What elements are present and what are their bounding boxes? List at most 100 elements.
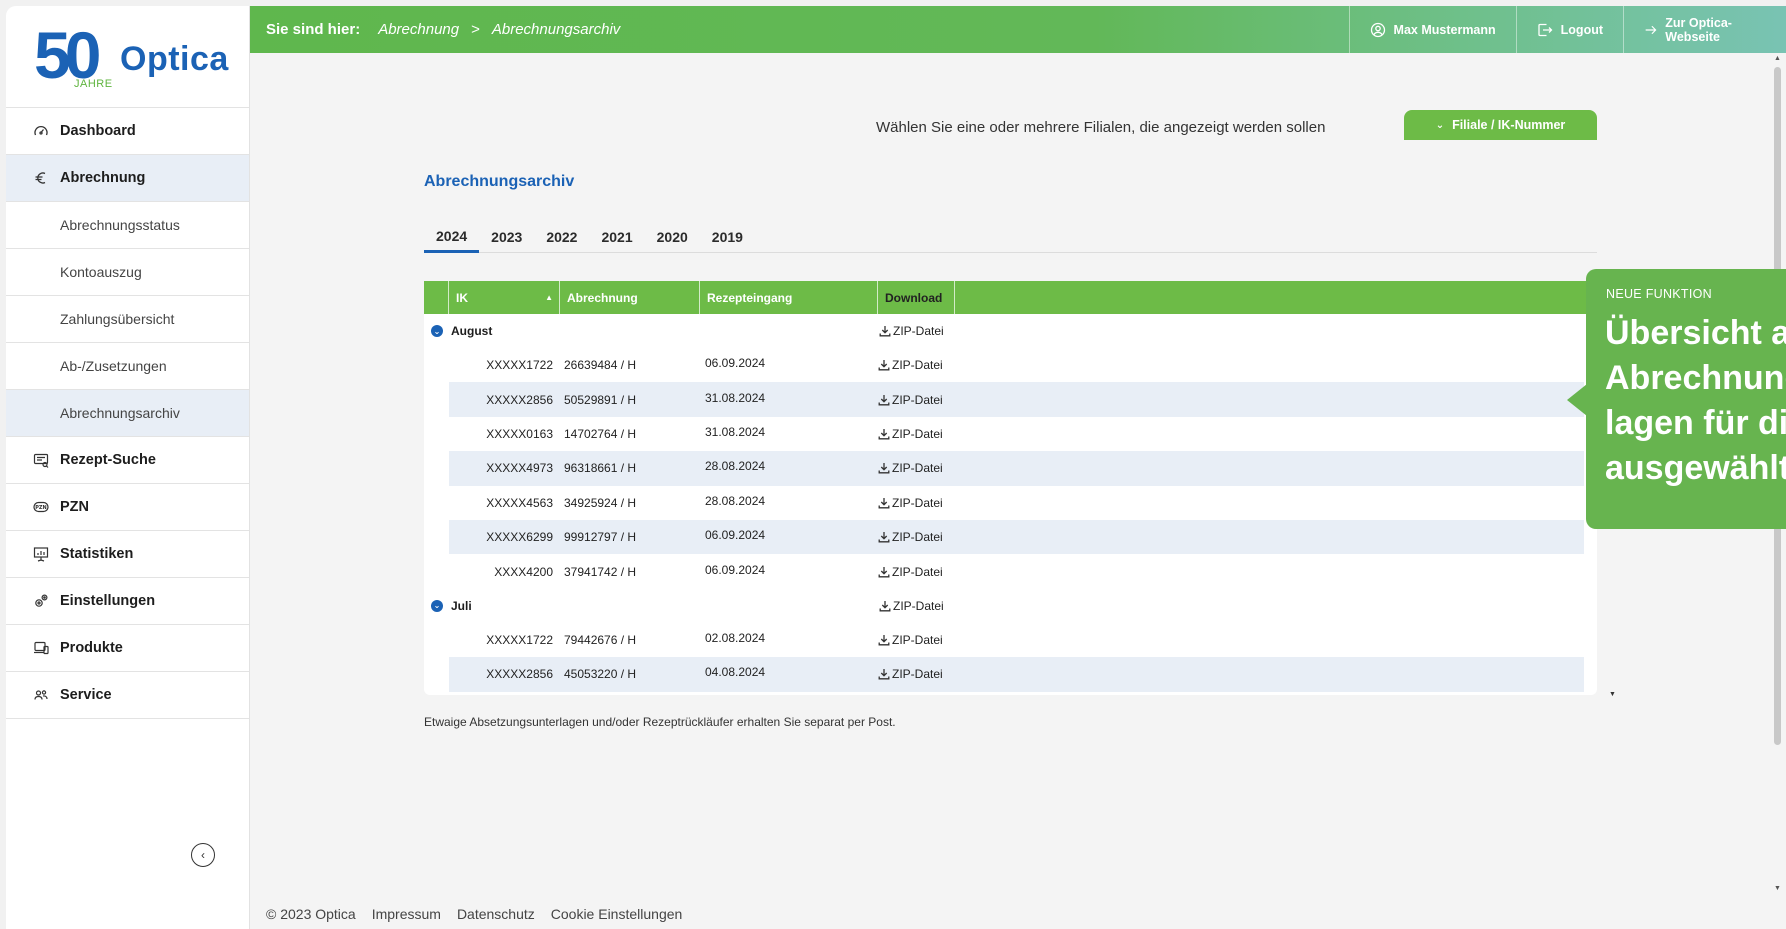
download-zip-link[interactable]: ZIP-Datei <box>878 530 943 544</box>
main-content: Wählen Sie eine oder mehrere Filialen, d… <box>250 53 1770 898</box>
presentation-chart-icon <box>32 545 50 563</box>
sidebar-item-abrechnung[interactable]: Abrechnung <box>6 155 249 202</box>
table-header-ik[interactable]: IK ▲ <box>449 281 560 314</box>
download-zip-link[interactable]: ZIP-Datei <box>878 393 943 407</box>
cell-rezepteingang: 31.08.2024 <box>705 390 766 405</box>
year-tabs: 2024 2023 2022 2021 2020 2019 <box>424 221 1597 253</box>
sidebar-collapse-button[interactable]: ‹ <box>191 843 215 867</box>
download-icon <box>878 394 890 406</box>
sidebar-subitem-abrechnungsstatus[interactable]: Abrechnungsstatus <box>6 202 249 249</box>
group-name: Juli <box>451 598 472 613</box>
sidebar-item-pzn[interactable]: PZN PZN <box>6 484 249 531</box>
sidebar-subitem-kontoauszug[interactable]: Kontoauszug <box>6 249 249 296</box>
table-row: XXXX4200 37941742 / H 06.09.2024 ZIP-Datei <box>449 554 1584 588</box>
sidebar-item-produkte[interactable]: Produkte <box>6 625 249 672</box>
cell-abrechnung: 37941742 / H <box>564 564 637 579</box>
sidebar-subitem-abrechnungsarchiv[interactable]: Abrechnungsarchiv <box>6 390 249 437</box>
footer-link-datenschutz[interactable]: Datenschutz <box>457 906 535 922</box>
sidebar-item-label: Service <box>60 687 112 703</box>
download-label: ZIP-Datei <box>892 667 943 682</box>
table-header-label: IK <box>456 290 468 305</box>
download-label: ZIP-Datei <box>892 461 943 476</box>
cell-ik: XXXXX1722 <box>486 632 553 647</box>
download-zip-link[interactable]: ZIP-Datei <box>878 667 943 681</box>
user-menu-button[interactable]: Max Mustermann <box>1348 6 1516 53</box>
brand-name: Optica <box>120 40 229 78</box>
chevron-down-icon[interactable]: ⌄ <box>431 599 443 612</box>
website-link-button[interactable]: Zur Optica-Webseite <box>1623 6 1786 53</box>
table-body: ⌄ August ZIP-Datei XXXXX1722 26639484 / H 06.… <box>424 314 1597 692</box>
scroll-down-arrow[interactable]: ▼ <box>1774 885 1781 892</box>
top-bar: Sie sind hier: Abrechnung > Abrechnungsa… <box>250 6 1786 53</box>
gears-icon <box>32 592 50 610</box>
cell-abrechnung: 79442676 / H <box>564 632 637 647</box>
download-zip-link[interactable]: ZIP-Datei <box>879 599 944 613</box>
download-zip-link[interactable]: ZIP-Datei <box>879 324 944 338</box>
download-label: ZIP-Datei <box>892 530 943 545</box>
download-icon <box>878 463 890 474</box>
cell-abrechnung: 34925924 / H <box>564 495 637 510</box>
cell-rezepteingang: 28.08.2024 <box>705 459 766 474</box>
download-icon <box>879 326 891 337</box>
sidebar: 50 JAHRE Optica Dashboard Abrechnung Abr… <box>6 6 250 929</box>
table-row: XXXXX6299 99912797 / H 06.09.2024 ZIP-Datei <box>449 519 1584 555</box>
sidebar-item-einstellungen[interactable]: Einstellungen <box>6 578 249 625</box>
pzn-icon: PZN <box>32 498 50 516</box>
sidebar-subitem-zahlungsuebersicht[interactable]: Zahlungsübersicht <box>6 296 249 343</box>
tab-year-2021[interactable]: 2021 <box>589 221 644 253</box>
filiale-filter-button[interactable]: ⌄ Filiale / IK-Nummer <box>1404 110 1597 140</box>
download-zip-link[interactable]: ZIP-Datei <box>878 633 943 647</box>
cell-rezepteingang: 06.09.2024 <box>705 528 766 543</box>
sidebar-item-dashboard[interactable]: Dashboard <box>6 108 249 155</box>
app-window: 50 JAHRE Optica Dashboard Abrechnung Abr… <box>6 6 1786 929</box>
table-header-abrechnung[interactable]: Abrechnung <box>560 281 700 314</box>
cell-ik: XXXXX2856 <box>486 392 553 407</box>
tab-year-2024[interactable]: 2024 <box>424 221 480 253</box>
sidebar-item-label: Produkte <box>60 640 123 656</box>
tab-year-2023[interactable]: 2023 <box>479 221 534 253</box>
table-scroll-down-arrow[interactable]: ▼ <box>1609 691 1616 698</box>
download-zip-link[interactable]: ZIP-Datei <box>878 565 943 579</box>
download-zip-link[interactable]: ZIP-Datei <box>878 358 943 372</box>
tab-year-2020[interactable]: 2020 <box>645 221 700 253</box>
sidebar-item-rezept-suche[interactable]: Rezept-Suche <box>6 437 249 484</box>
cell-rezepteingang: 06.09.2024 <box>705 356 766 371</box>
breadcrumb-item-abrechnung[interactable]: Abrechnung <box>378 21 459 38</box>
breadcrumb: Sie sind hier: Abrechnung > Abrechnungsa… <box>250 21 1349 38</box>
download-label: ZIP-Datei <box>893 598 944 613</box>
download-zip-link[interactable]: ZIP-Datei <box>878 461 943 475</box>
sidebar-item-label: Einstellungen <box>60 593 156 609</box>
table-group-row[interactable]: ⌄ Juli ZIP-Datei <box>424 589 1597 623</box>
euro-icon <box>32 169 50 187</box>
tooltip-body: Übersicht a Abrechnung lagen für di ausg… <box>1605 314 1786 487</box>
scroll-up-arrow[interactable]: ▲ <box>1774 55 1781 62</box>
logout-icon <box>1538 23 1553 36</box>
sidebar-item-service[interactable]: Service <box>6 672 249 719</box>
chevron-down-icon: ⌄ <box>1435 119 1445 131</box>
footer-link-impressum[interactable]: Impressum <box>372 906 441 922</box>
chevron-down-icon[interactable]: ⌄ <box>431 325 443 337</box>
table-header-rezepteingang[interactable]: Rezepteingang <box>700 281 878 314</box>
sidebar-item-statistiken[interactable]: Statistiken <box>6 531 249 578</box>
download-icon <box>878 669 890 680</box>
tab-year-2022[interactable]: 2022 <box>534 221 589 253</box>
prescription-icon <box>32 451 50 469</box>
sidebar-item-label: PZN <box>60 499 89 515</box>
tab-year-2019[interactable]: 2019 <box>700 221 755 253</box>
chevron-left-icon: ‹ <box>201 848 205 862</box>
sidebar-item-label: Abrechnung <box>60 170 146 186</box>
breadcrumb-item-abrechnungsarchiv: Abrechnungsarchiv <box>491 21 621 38</box>
optica-logo[interactable]: 50 JAHRE Optica <box>6 6 249 108</box>
table-row: XXXXX1722 79442676 / H 02.08.2024 ZIP-Datei <box>449 623 1584 657</box>
table-group-row[interactable]: ⌄ August ZIP-Datei <box>424 314 1597 348</box>
sidebar-subitem-ab-zusetzungen[interactable]: Ab-/Zusetzungen <box>6 343 249 390</box>
download-zip-link[interactable]: ZIP-Datei <box>878 427 943 441</box>
download-label: ZIP-Datei <box>893 324 944 338</box>
sidebar-item-label: Rezept-Suche <box>60 452 156 468</box>
new-feature-tooltip[interactable]: NEUE FUNKTION Übersicht a Abrechnung lag… <box>1586 269 1786 529</box>
download-label: ZIP-Datei <box>892 495 943 510</box>
table-row: XXXXX2856 45053220 / H 04.08.2024 ZIP-Datei <box>449 657 1584 692</box>
download-zip-link[interactable]: ZIP-Datei <box>878 496 943 510</box>
footer-link-cookie-einstellungen[interactable]: Cookie Einstellungen <box>551 906 683 922</box>
logout-button[interactable]: Logout <box>1515 6 1623 53</box>
